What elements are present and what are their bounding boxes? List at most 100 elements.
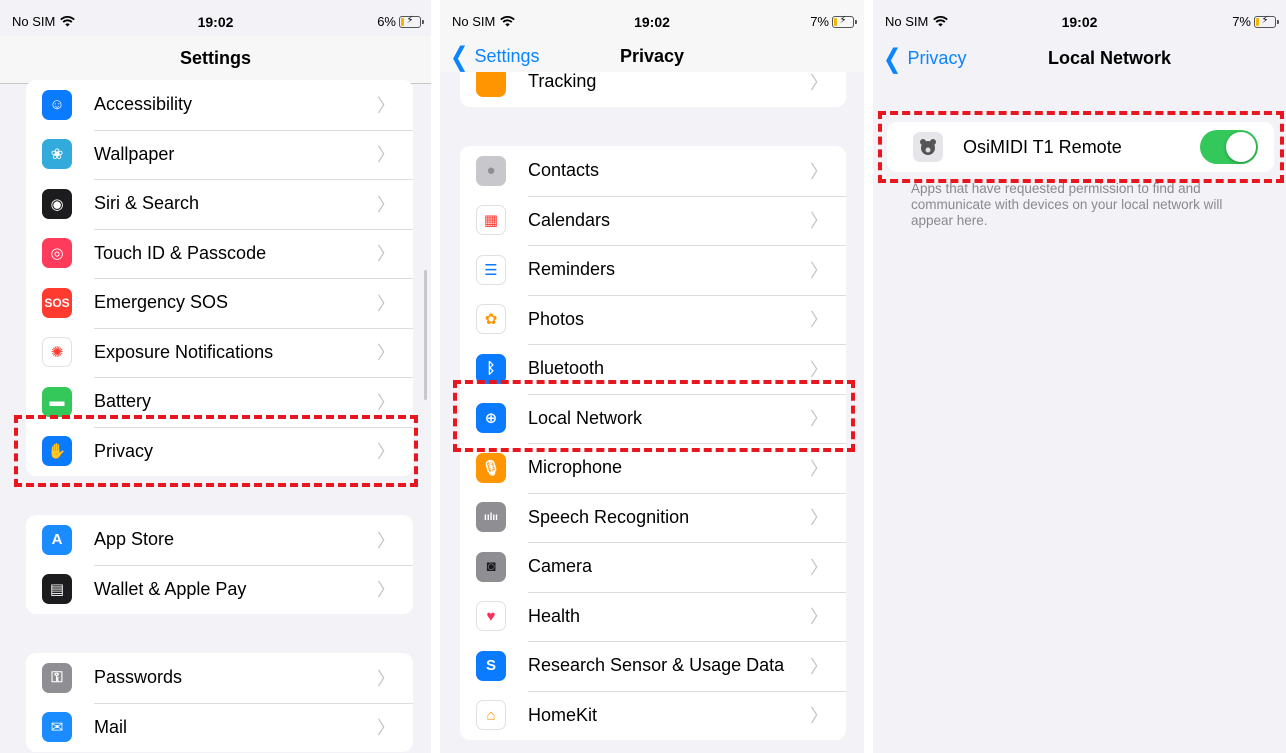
chevron-right-icon: 〉 xyxy=(810,409,828,430)
hand-icon: ✋ xyxy=(42,436,72,467)
list-row-emergency-sos[interactable]: SOS Emergency SOS 〉 xyxy=(26,278,413,328)
chevron-right-icon: 〉 xyxy=(377,244,395,265)
row-label: Passwords xyxy=(94,667,183,688)
list-row-privacy[interactable]: ✋ Privacy 〉 xyxy=(26,426,413,477)
list-row-local-network[interactable]: ⊕ Local Network 〉 xyxy=(460,393,846,444)
list-row-photos[interactable]: ✿ Photos 〉 xyxy=(460,294,846,345)
waveform-icon: ıılıı xyxy=(476,502,506,533)
key-icon: ⚿ xyxy=(42,662,72,693)
list-row-contacts[interactable]: ● Contacts 〉 xyxy=(460,146,846,196)
globe-icon: ⊕ xyxy=(476,403,506,434)
chevron-right-icon: 〉 xyxy=(810,458,828,479)
list-row-wallpaper[interactable]: ❀ Wallpaper 〉 xyxy=(26,129,413,180)
status-time: 19:02 xyxy=(1061,14,1098,30)
settings-group-accounts: ⚿ Passwords 〉 ✉ Mail 〉 xyxy=(26,653,413,752)
list-row-homekit[interactable]: ⌂ HomeKit 〉 xyxy=(460,690,846,741)
reminders-icon: ☰ xyxy=(476,254,506,285)
app-permission-row: OsiMIDI T1 Remote xyxy=(887,122,1274,172)
photos-icon: ✿ xyxy=(476,304,506,335)
list-row-research-sensor-usage-data[interactable]: S Research Sensor & Usage Data 〉 xyxy=(460,641,846,691)
chevron-right-icon: 〉 xyxy=(810,161,828,182)
siri-icon: ◉ xyxy=(42,188,72,219)
battery-icon: ▬ xyxy=(42,386,72,417)
row-label: Speech Recognition xyxy=(528,506,690,527)
row-label: Contacts xyxy=(528,160,600,181)
list-row-exposure-notifications[interactable]: ✺ Exposure Notifications 〉 xyxy=(26,327,413,378)
status-bar: No SIM 19:02 7% ⚡ xyxy=(873,0,1286,36)
row-label: HomeKit xyxy=(528,704,598,725)
navigation-bar: ❮ Privacy Local Network xyxy=(873,36,1286,84)
chevron-right-icon: 〉 xyxy=(810,607,828,628)
navigation-bar: Settings xyxy=(0,36,431,84)
list-row-calendars[interactable]: ▦ Calendars 〉 xyxy=(460,195,846,246)
battery-status-icon: ⚡ xyxy=(1254,15,1279,28)
row-label: Calendars xyxy=(528,209,611,230)
local-network-app-group: OsiMIDI T1 Remote xyxy=(887,122,1274,172)
chevron-right-icon: 〉 xyxy=(810,508,828,529)
list-row-reminders[interactable]: ☰ Reminders 〉 xyxy=(460,245,846,295)
list-row-touch-id-passcode[interactable]: ◎ Touch ID & Passcode 〉 xyxy=(26,228,413,279)
row-label: Tracking xyxy=(528,71,597,91)
list-row-accessibility[interactable]: ☺ Accessibility 〉 xyxy=(26,80,413,130)
sos-icon: SOS xyxy=(42,287,72,318)
chevron-right-icon: 〉 xyxy=(377,718,395,739)
chevron-right-icon: 〉 xyxy=(810,260,828,281)
row-label: Exposure Notifications xyxy=(94,341,274,362)
app-name: OsiMIDI T1 Remote xyxy=(963,136,1122,157)
local-network-toggle[interactable] xyxy=(1200,130,1258,164)
navigation-bar: ❮ Settings Privacy xyxy=(440,36,864,72)
list-row-wallet-apple-pay[interactable]: ▤ Wallet & Apple Pay 〉 xyxy=(26,564,413,615)
battery-percent: 6% xyxy=(377,14,396,29)
home-icon: ⌂ xyxy=(476,700,506,731)
settings-group-store: A App Store 〉 ▤ Wallet & Apple Pay 〉 xyxy=(26,515,413,614)
local-network-screen: No SIM 19:02 7% ⚡ ❮ Privacy Local Networ… xyxy=(873,0,1286,753)
list-row-siri-search[interactable]: ◉ Siri & Search 〉 xyxy=(26,179,413,229)
chevron-right-icon: 〉 xyxy=(810,656,828,677)
row-label: Local Network xyxy=(528,407,643,428)
chevron-right-icon: 〉 xyxy=(810,211,828,232)
list-row-app-store[interactable]: A App Store 〉 xyxy=(26,515,413,565)
row-label: Camera xyxy=(528,556,593,577)
chevron-right-icon: 〉 xyxy=(377,293,395,314)
list-row-mail[interactable]: ✉ Mail 〉 xyxy=(26,702,413,753)
row-label: Accessibility xyxy=(94,94,193,115)
row-label: Bluetooth xyxy=(528,358,605,379)
chevron-right-icon: 〉 xyxy=(377,343,395,364)
settings-screen: No SIM 19:02 6% ⚡ Settings ☺ Accessibilit… xyxy=(0,0,431,753)
list-row-microphone[interactable]: 🎙 Microphone 〉 xyxy=(460,443,846,493)
app-icon xyxy=(913,132,943,162)
row-label: Battery xyxy=(94,391,152,412)
chevron-right-icon: 〉 xyxy=(377,145,395,166)
chevron-right-icon: 〉 xyxy=(810,359,828,380)
chevron-right-icon: 〉 xyxy=(377,95,395,116)
scroll-indicator[interactable] xyxy=(424,270,427,400)
camera-icon: ◙ xyxy=(476,551,506,582)
list-row-bluetooth[interactable]: ᛒ Bluetooth 〉 xyxy=(460,344,846,394)
accessibility-icon: ☺ xyxy=(42,89,72,120)
list-row-speech-recognition[interactable]: ıılıı Speech Recognition 〉 xyxy=(460,492,846,543)
row-label: Wallet & Apple Pay xyxy=(94,578,247,599)
list-row-health[interactable]: ♥ Health 〉 xyxy=(460,591,846,642)
row-label: Research Sensor & Usage Data xyxy=(528,655,785,676)
chevron-right-icon: 〉 xyxy=(377,580,395,601)
chevron-right-icon: 〉 xyxy=(377,194,395,215)
footer-note: Apps that have requested permission to f… xyxy=(911,181,1223,228)
list-row-passwords[interactable]: ⚿ Passwords 〉 xyxy=(26,653,413,703)
row-label: Emergency SOS xyxy=(94,292,229,313)
list-row-camera[interactable]: ◙ Camera 〉 xyxy=(460,542,846,592)
row-label: Photos xyxy=(528,308,585,329)
chevron-right-icon: 〉 xyxy=(377,392,395,413)
status-time: 19:02 xyxy=(634,14,670,30)
bear-icon xyxy=(920,139,936,155)
row-label: Touch ID & Passcode xyxy=(94,242,267,263)
status-bar: No SIM 19:02 6% ⚡ xyxy=(0,0,431,36)
exposure-icon: ✺ xyxy=(42,337,72,368)
row-label: App Store xyxy=(94,529,175,550)
row-label: Wallpaper xyxy=(94,143,175,164)
page-title: Settings xyxy=(179,48,251,68)
chevron-right-icon: 〉 xyxy=(810,310,828,331)
list-row-battery[interactable]: ▬ Battery 〉 xyxy=(26,377,413,427)
contacts-icon: ● xyxy=(476,155,506,186)
row-label: Siri & Search xyxy=(94,193,200,214)
privacy-permissions-group: ● Contacts 〉 ▦ Calendars 〉 ☰ Reminders 〉 ✿ Photos 〉… xyxy=(460,146,846,740)
